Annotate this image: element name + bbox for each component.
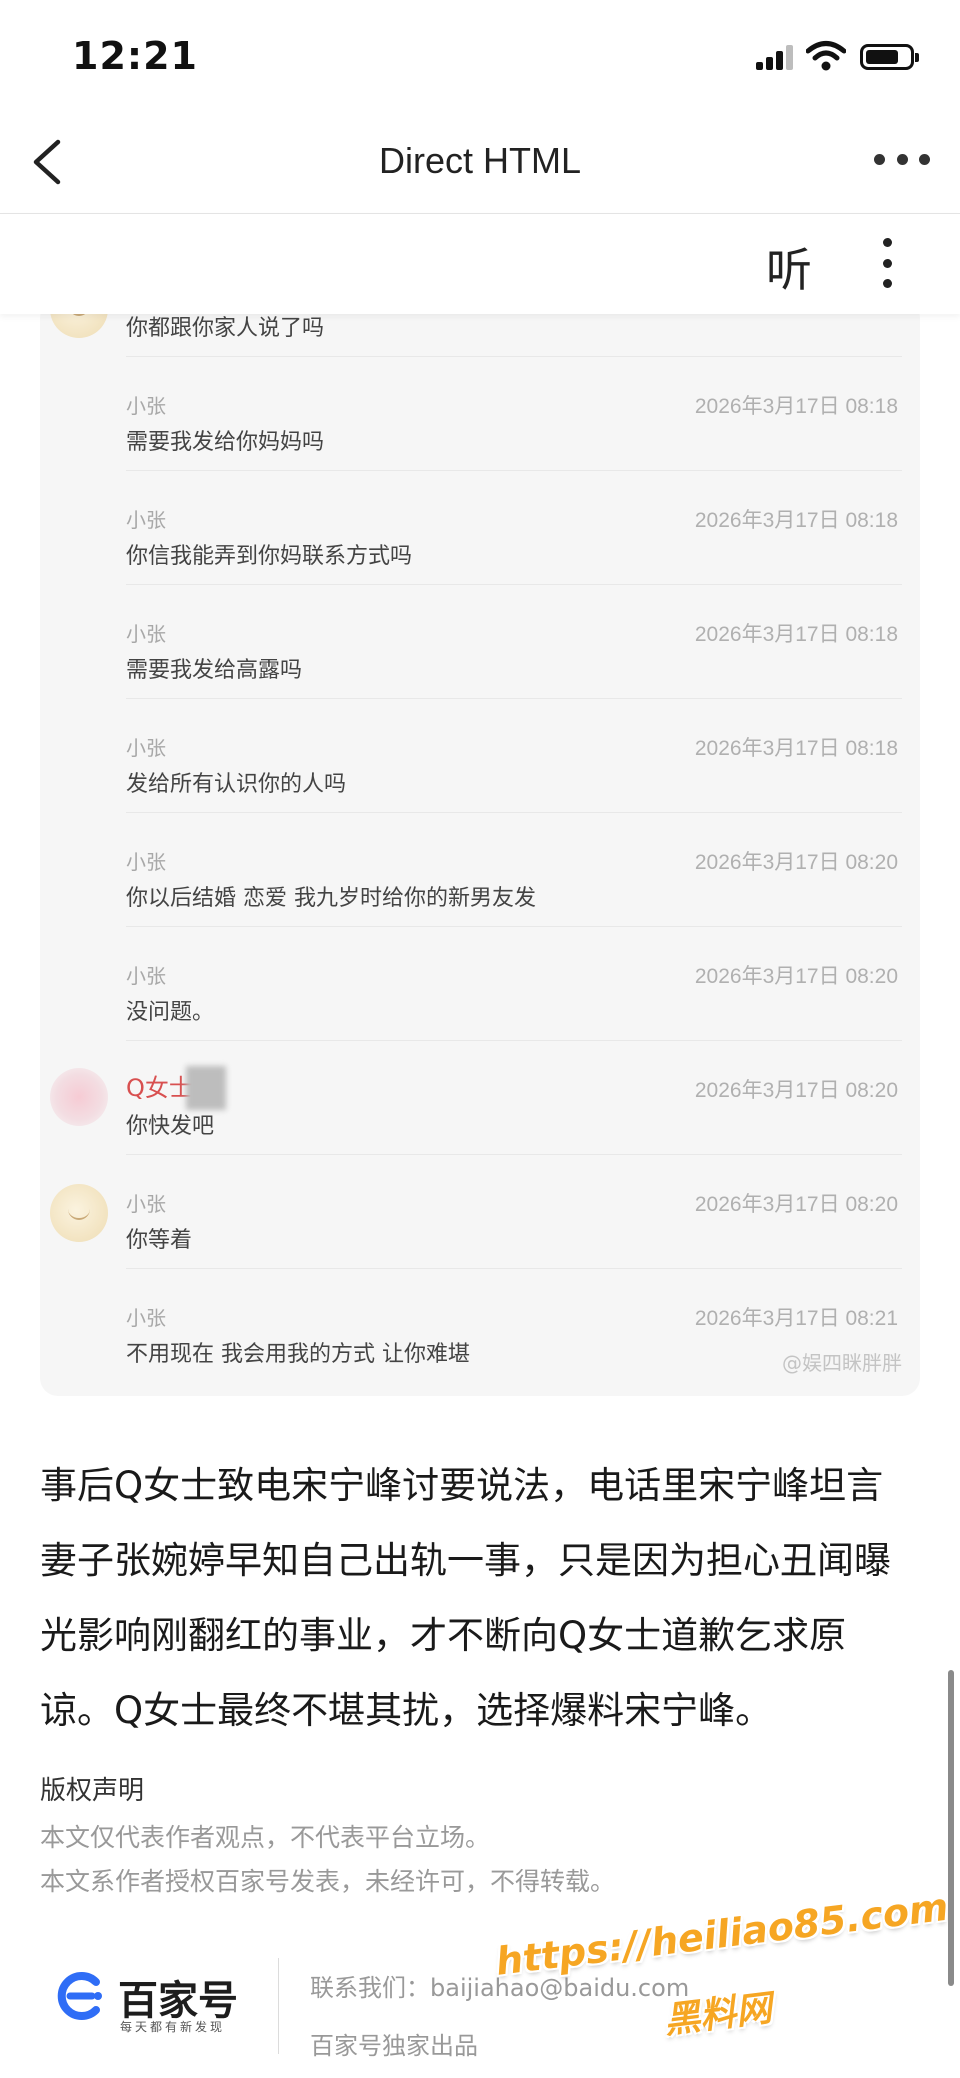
- chat-message: 小张 2026年3月17日 08:20 你等着: [40, 1154, 920, 1268]
- chat-sender: 小张: [126, 508, 166, 532]
- chat-message: Q女士 2026年3月17日 08:20 你快发吧: [40, 1040, 920, 1154]
- cellular-signal-icon: [756, 44, 796, 70]
- chat-time: 2026年3月17日 08:20: [694, 1079, 898, 1102]
- battery-icon: [860, 44, 919, 70]
- status-bar: 12:21: [0, 0, 960, 110]
- exclusive-label: 百家号独家出品: [310, 2032, 478, 2060]
- footer: 百家号 每天都有新发现 联系我们：baijiahao@baidu.com 百家号…: [0, 1940, 960, 2078]
- chat-time: 2026年3月17日 08:21: [694, 1307, 898, 1330]
- scrollbar[interactable]: [948, 1670, 954, 1986]
- copyright-line: 本文仅代表作者观点，不代表平台立场。: [40, 1823, 491, 1852]
- chat-message-text: 发给所有认识你的人吗: [126, 772, 347, 797]
- copyright-title: 版权声明: [40, 1776, 145, 1806]
- chat-message-text: 你都跟你家人说了吗: [126, 316, 325, 341]
- battery-level: [866, 50, 898, 64]
- brand-slogan: 每天都有新发现: [120, 2020, 226, 2034]
- avatar: [50, 1184, 108, 1242]
- chat-message-text: 没问题。: [126, 1000, 215, 1025]
- status-time: 12:21: [72, 34, 198, 78]
- baijiahao-logo-icon[interactable]: [52, 1966, 106, 2026]
- chat-time: 2026年3月17日 08:18: [694, 509, 898, 532]
- chat-sender: Q女士: [126, 1074, 193, 1102]
- avatar: [50, 1068, 108, 1126]
- chat-message-text: 你以后结婚 恋爱 我九岁时给你的新男友发: [126, 886, 536, 911]
- chat-time: 2026年3月17日 08:20: [694, 851, 898, 874]
- article-toolbar: 听: [0, 214, 960, 314]
- chat-time: 2026年3月17日 08:18: [694, 395, 898, 418]
- chat-message: 小张 2026年3月17日 08:18 发给所有认识你的人吗: [40, 698, 920, 812]
- listen-button[interactable]: 听: [766, 234, 812, 300]
- chat-message-text: 你快发吧: [126, 1114, 215, 1139]
- chat-message-text: 需要我发给高露吗: [126, 658, 303, 683]
- chat-sender: 小张: [126, 736, 166, 760]
- chat-sender: 小张: [126, 622, 166, 646]
- chat-sender: 小张: [126, 850, 166, 874]
- image-watermark: @娱四眯胖胖: [782, 1351, 902, 1375]
- footer-divider: [278, 1958, 279, 2054]
- chat-screenshot-image: 你都跟你家人说了吗 小张 2026年3月17日 08:18 需要我发给你妈妈吗 …: [40, 300, 920, 1396]
- chat-message: 小张 2026年3月17日 08:18 需要我发给你妈妈吗: [40, 356, 920, 470]
- blurred-name-patch: [186, 1066, 226, 1110]
- chat-sender: 小张: [126, 1192, 166, 1216]
- article-paragraph: 事后Q女士致电宋宁峰讨要说法，电话里宋宁峰坦言妻子张婉婷早知自己出轨一事，只是因…: [40, 1464, 891, 1732]
- chat-message-text: 需要我发给你妈妈吗: [126, 430, 325, 455]
- page-title: Direct HTML: [378, 140, 581, 181]
- chat-time: 2026年3月17日 08:20: [694, 1193, 898, 1216]
- copyright-line: 本文系作者授权百家号发表，未经许可，不得转载。: [40, 1867, 616, 1896]
- chat-message-text: 你信我能弄到你妈联系方式吗: [126, 544, 413, 569]
- chat-time: 2026年3月17日 08:20: [694, 965, 898, 988]
- chat-time: 2026年3月17日 08:18: [694, 737, 898, 760]
- nav-bar: Direct HTML: [0, 110, 960, 214]
- chat-message-text: 不用现在 我会用我的方式 让你难堪: [126, 1342, 470, 1367]
- chat-time: 2026年3月17日 08:18: [694, 623, 898, 646]
- chat-message: 小张 2026年3月17日 08:20 你以后结婚 恋爱 我九岁时给你的新男友发: [40, 812, 920, 926]
- chat-message-text: 你等着: [126, 1228, 193, 1253]
- chat-message: 小张 2026年3月17日 08:20 没问题。: [40, 926, 920, 1040]
- chat-sender: 小张: [126, 1306, 166, 1330]
- more-options-icon[interactable]: [874, 154, 930, 168]
- chat-sender: 小张: [126, 964, 166, 988]
- wifi-icon: [806, 41, 846, 71]
- chat-message: 小张 2026年3月17日 08:18 需要我发给高露吗: [40, 584, 920, 698]
- chat-message: 小张 2026年3月17日 08:18 你信我能弄到你妈联系方式吗: [40, 470, 920, 584]
- kebab-menu-icon[interactable]: [880, 238, 894, 288]
- chat-sender: 小张: [126, 394, 166, 418]
